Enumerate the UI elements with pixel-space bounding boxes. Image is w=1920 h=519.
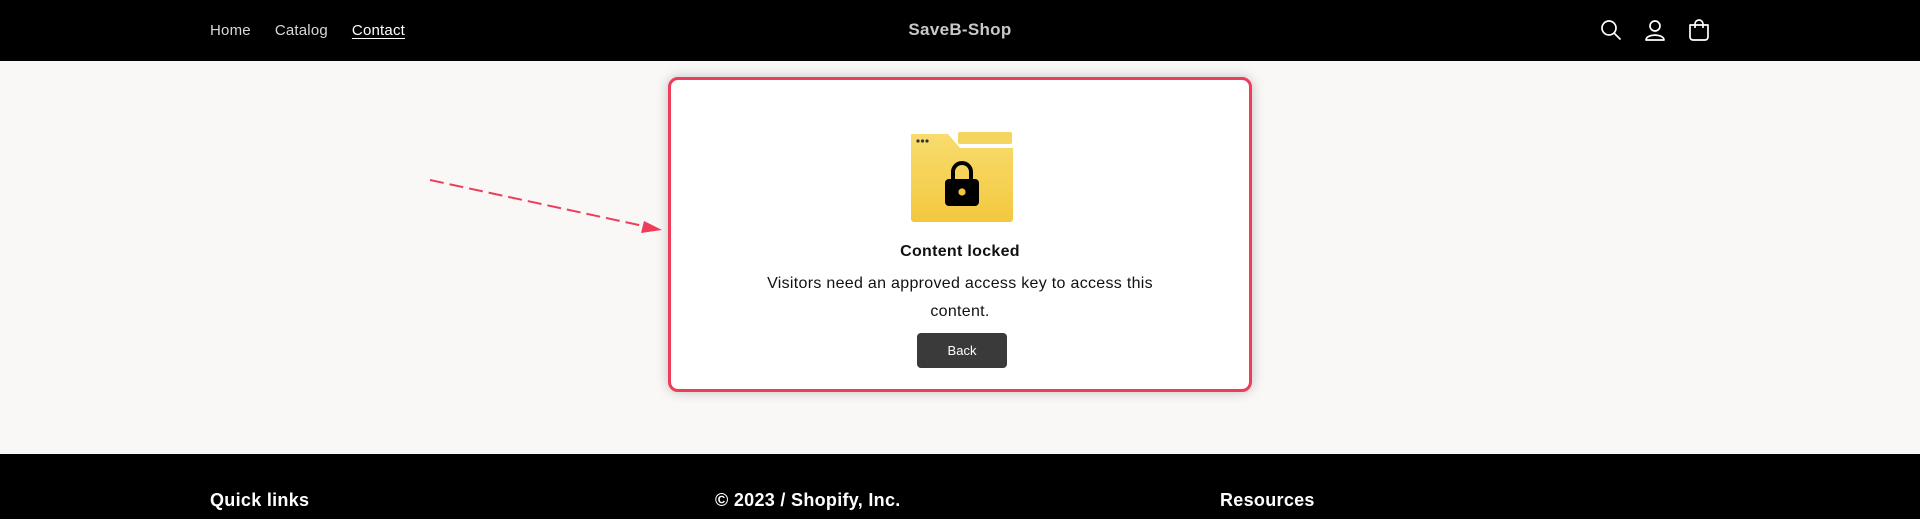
nav-catalog[interactable]: Catalog: [275, 22, 328, 39]
content-locked-modal: Content locked Visitors need an approved…: [668, 77, 1252, 392]
site-footer: Quick links © 2023 / Shopify, Inc. Resou…: [0, 454, 1920, 519]
site-header: Home Catalog Contact SaveB-Shop: [0, 0, 1920, 61]
modal-title: Content locked: [900, 243, 1020, 260]
main-nav: Home Catalog Contact: [210, 0, 405, 61]
modal-message: Visitors need an approved access key to …: [767, 275, 1153, 320]
footer-copyright: © 2023 / Shopify, Inc.: [715, 490, 901, 510]
footer-quick-links-heading: Quick links: [210, 490, 310, 510]
cart-icon[interactable]: [1686, 17, 1712, 43]
locked-folder-icon: [908, 132, 1016, 224]
back-button[interactable]: Back: [917, 333, 1007, 368]
account-icon[interactable]: [1642, 17, 1668, 43]
footer-resources-heading: Resources: [1220, 490, 1315, 510]
nav-home[interactable]: Home: [210, 22, 251, 39]
annotation-arrow: [420, 170, 670, 240]
search-icon[interactable]: [1598, 17, 1624, 43]
nav-contact[interactable]: Contact: [352, 22, 405, 39]
